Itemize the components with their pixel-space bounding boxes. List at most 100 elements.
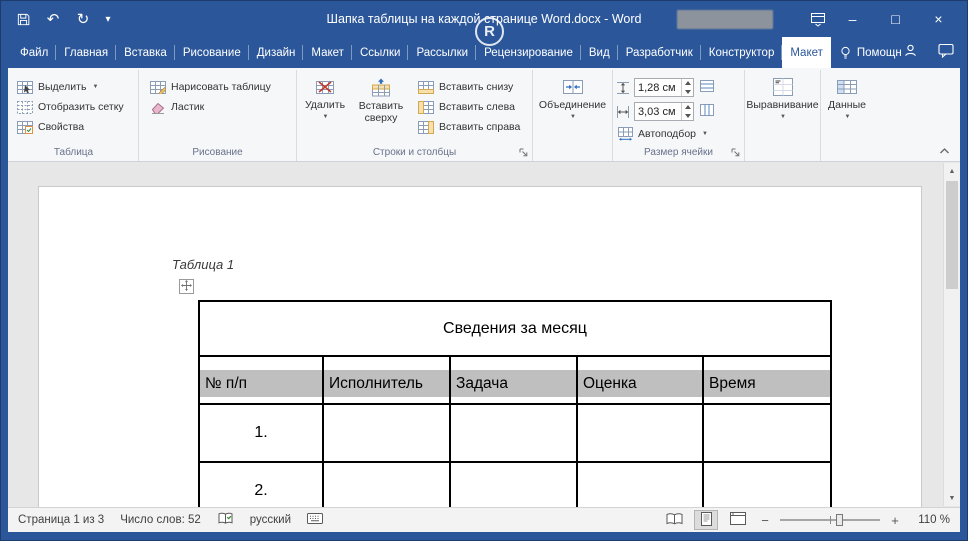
document-page[interactable]: Таблица 1 Сведения за месяц№ п/пИсполнит… — [38, 186, 922, 507]
zoom-slider[interactable] — [780, 512, 880, 528]
insert-below-icon — [418, 80, 434, 94]
table-cell[interactable] — [323, 404, 450, 462]
alignment-button[interactable]: Выравнивание ▼ — [747, 71, 819, 161]
tab-design[interactable]: Дизайн — [249, 37, 304, 68]
close-button[interactable]: × — [917, 1, 960, 37]
read-mode-button[interactable] — [662, 510, 686, 530]
tab-file[interactable]: Файл — [12, 37, 56, 68]
tab-table-layout[interactable]: Макет — [782, 37, 831, 68]
table-cell[interactable] — [450, 404, 577, 462]
document-table[interactable]: Сведения за месяц№ п/пИсполнительЗадачаО… — [198, 300, 832, 507]
table-row: 1. — [199, 404, 831, 462]
move-cross-icon — [181, 278, 192, 296]
row-height-spinner[interactable] — [681, 79, 693, 96]
tab-mailings[interactable]: Рассылки — [408, 37, 476, 68]
word-count[interactable]: Число слов: 52 — [120, 514, 201, 526]
insert-below-button[interactable]: Вставить снизу — [415, 79, 523, 95]
column-width-input[interactable] — [635, 103, 681, 120]
table-header-cell[interactable]: Исполнитель — [323, 356, 450, 404]
table-cell[interactable] — [703, 462, 831, 507]
table-cell[interactable] — [323, 462, 450, 507]
tab-table-design[interactable]: Конструктор — [701, 37, 783, 68]
eraser-button[interactable]: Ластик — [147, 99, 274, 115]
button-label: Объединение — [539, 99, 606, 111]
tab-view[interactable]: Вид — [581, 37, 618, 68]
table-header-cell[interactable]: Оценка — [577, 356, 703, 404]
button-label: Вставить слева — [439, 101, 515, 113]
insert-above-button[interactable]: Вставить сверху — [351, 71, 411, 146]
scrollbar-thumb[interactable] — [946, 181, 958, 289]
table-move-handle[interactable] — [179, 279, 194, 294]
distribute-rows-button[interactable] — [698, 79, 716, 97]
zoom-percentage[interactable]: 110 % — [910, 514, 950, 526]
table-properties-button[interactable]: Свойства — [14, 119, 127, 135]
tab-label: Конструктор — [709, 47, 775, 59]
select-table-button[interactable]: Выделить▼ — [14, 79, 127, 95]
dropdown-caret-icon: ▼ — [570, 114, 576, 121]
tabs-container: ФайлГлавнаяВставкаРисованиеДизайнМакетСс… — [8, 37, 910, 68]
table-header-cell[interactable]: № п/п — [199, 356, 323, 404]
insert-above-icon — [371, 78, 391, 97]
zoom-thumb[interactable] — [836, 514, 843, 526]
row-height-input[interactable] — [635, 79, 681, 96]
print-layout-button[interactable] — [694, 510, 718, 530]
scroll-up-button[interactable]: ▲ — [944, 163, 960, 179]
table-caption: Таблица 1 — [172, 257, 234, 272]
table-cell[interactable]: 1. — [199, 404, 323, 462]
collapse-ribbon-button[interactable] — [934, 144, 954, 158]
tab-layout[interactable]: Макет — [303, 37, 352, 68]
tab-assistant[interactable]: Помощн — [831, 37, 910, 68]
cell-size-dialog-launcher[interactable] — [729, 147, 742, 160]
ribbon-display-options-button[interactable] — [805, 5, 831, 33]
distribute-columns-button[interactable] — [698, 103, 716, 121]
tab-label: Главная — [64, 47, 108, 59]
table-title-cell[interactable]: Сведения за месяц — [199, 301, 831, 356]
column-width-spinner[interactable] — [681, 103, 693, 120]
feedback-button[interactable] — [938, 43, 954, 63]
gridlines-icon — [17, 100, 33, 114]
zoom-out-button[interactable]: − — [758, 513, 772, 528]
tab-draw[interactable]: Рисование — [175, 37, 249, 68]
web-layout-icon — [730, 512, 746, 528]
web-layout-button[interactable] — [726, 510, 750, 530]
tab-developer[interactable]: Разработчик — [618, 37, 701, 68]
draw-table-button[interactable]: Нарисовать таблицу — [147, 79, 274, 95]
scroll-down-button[interactable]: ▼ — [944, 490, 960, 506]
ribbon-group-draw: Нарисовать таблицу Ластик Рисование — [139, 70, 297, 161]
table-cell[interactable] — [450, 462, 577, 507]
zoom-in-button[interactable]: + — [888, 513, 902, 528]
watermark-r: R — [475, 17, 504, 46]
dropdown-caret-icon: ▼ — [845, 114, 851, 121]
account-button[interactable] — [903, 43, 918, 63]
keyboard-indicator[interactable] — [307, 513, 323, 527]
table-cell[interactable] — [703, 404, 831, 462]
page-indicator[interactable]: Страница 1 из 3 — [18, 514, 104, 526]
vertical-scrollbar[interactable]: ▲ ▼ — [943, 163, 960, 506]
table-cell[interactable] — [577, 462, 703, 507]
delete-button[interactable]: Удалить ▼ — [299, 71, 351, 146]
insert-right-button[interactable]: Вставить справа — [415, 119, 523, 135]
properties-icon — [17, 120, 33, 134]
tab-insert[interactable]: Вставка — [116, 37, 175, 68]
button-label: Выравнивание — [746, 99, 818, 111]
maximize-button[interactable]: □ — [874, 1, 917, 37]
insert-left-button[interactable]: Вставить слева — [415, 99, 523, 115]
proofing-status-button[interactable] — [217, 512, 234, 528]
table-header-cell[interactable]: Время — [703, 356, 831, 404]
data-button[interactable]: Данные ▼ — [823, 71, 871, 161]
autofit-button[interactable]: Автоподбор▼ — [615, 126, 716, 142]
rows-columns-dialog-launcher[interactable] — [517, 147, 530, 160]
tab-home[interactable]: Главная — [56, 37, 116, 68]
table-cell[interactable]: 2. — [199, 462, 323, 507]
merge-button[interactable]: Объединение ▼ — [535, 71, 610, 161]
table-header-cell[interactable]: Задача — [450, 356, 577, 404]
view-gridlines-button[interactable]: Отобразить сетку — [14, 99, 127, 115]
tab-label: Ссылки — [360, 47, 401, 59]
minimize-button[interactable]: – — [831, 1, 874, 37]
table-cell[interactable] — [577, 404, 703, 462]
column-width-icon — [616, 105, 630, 119]
table-header-text: Время — [704, 370, 830, 397]
language-indicator[interactable]: русский — [250, 514, 291, 526]
dialog-launcher-icon — [730, 145, 741, 163]
tab-references[interactable]: Ссылки — [352, 37, 409, 68]
